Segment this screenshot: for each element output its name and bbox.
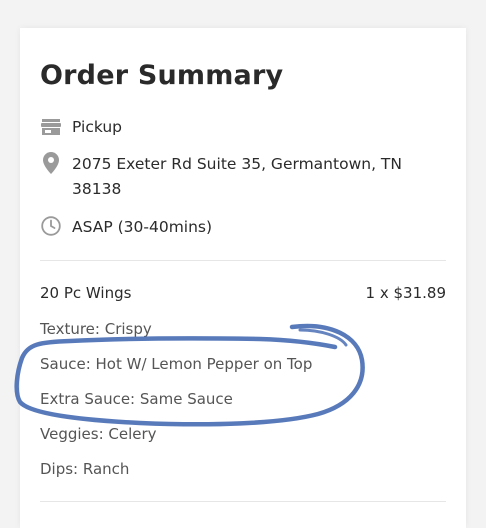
- order-summary-card: Order Summary Pickup 2075 Exeter Rd Suit…: [20, 28, 466, 528]
- fulfillment-method: Pickup: [72, 118, 122, 136]
- item-option: Dips: Ranch: [40, 460, 130, 478]
- item-option: Extra Sauce: Same Sauce: [40, 390, 233, 408]
- item-options-list: Texture: Crispy Sauce: Hot W/ Lemon Pepp…: [40, 318, 312, 493]
- clock-icon: [40, 215, 62, 237]
- item-name: 20 Pc Wings: [40, 284, 132, 302]
- divider: [40, 501, 446, 502]
- item-price: 1 x $31.89: [365, 284, 446, 302]
- pickup-address: 2075 Exeter Rd Suite 35, Germantown, TN …: [72, 155, 402, 198]
- item-option: Texture: Crispy: [40, 320, 152, 338]
- divider: [40, 260, 446, 261]
- store-icon: [40, 116, 62, 138]
- item-option: Sauce: Hot W/ Lemon Pepper on Top: [40, 355, 313, 373]
- fulfillment-method-row: Pickup: [40, 116, 122, 138]
- location-pin-icon: [40, 152, 62, 174]
- pickup-time-row: ASAP (30-40mins): [40, 215, 212, 239]
- item-option: Veggies: Celery: [40, 425, 157, 443]
- pickup-address-row: 2075 Exeter Rd Suite 35, Germantown, TN …: [40, 152, 440, 202]
- pickup-time: ASAP (30-40mins): [72, 218, 213, 236]
- page-title: Order Summary: [40, 60, 284, 91]
